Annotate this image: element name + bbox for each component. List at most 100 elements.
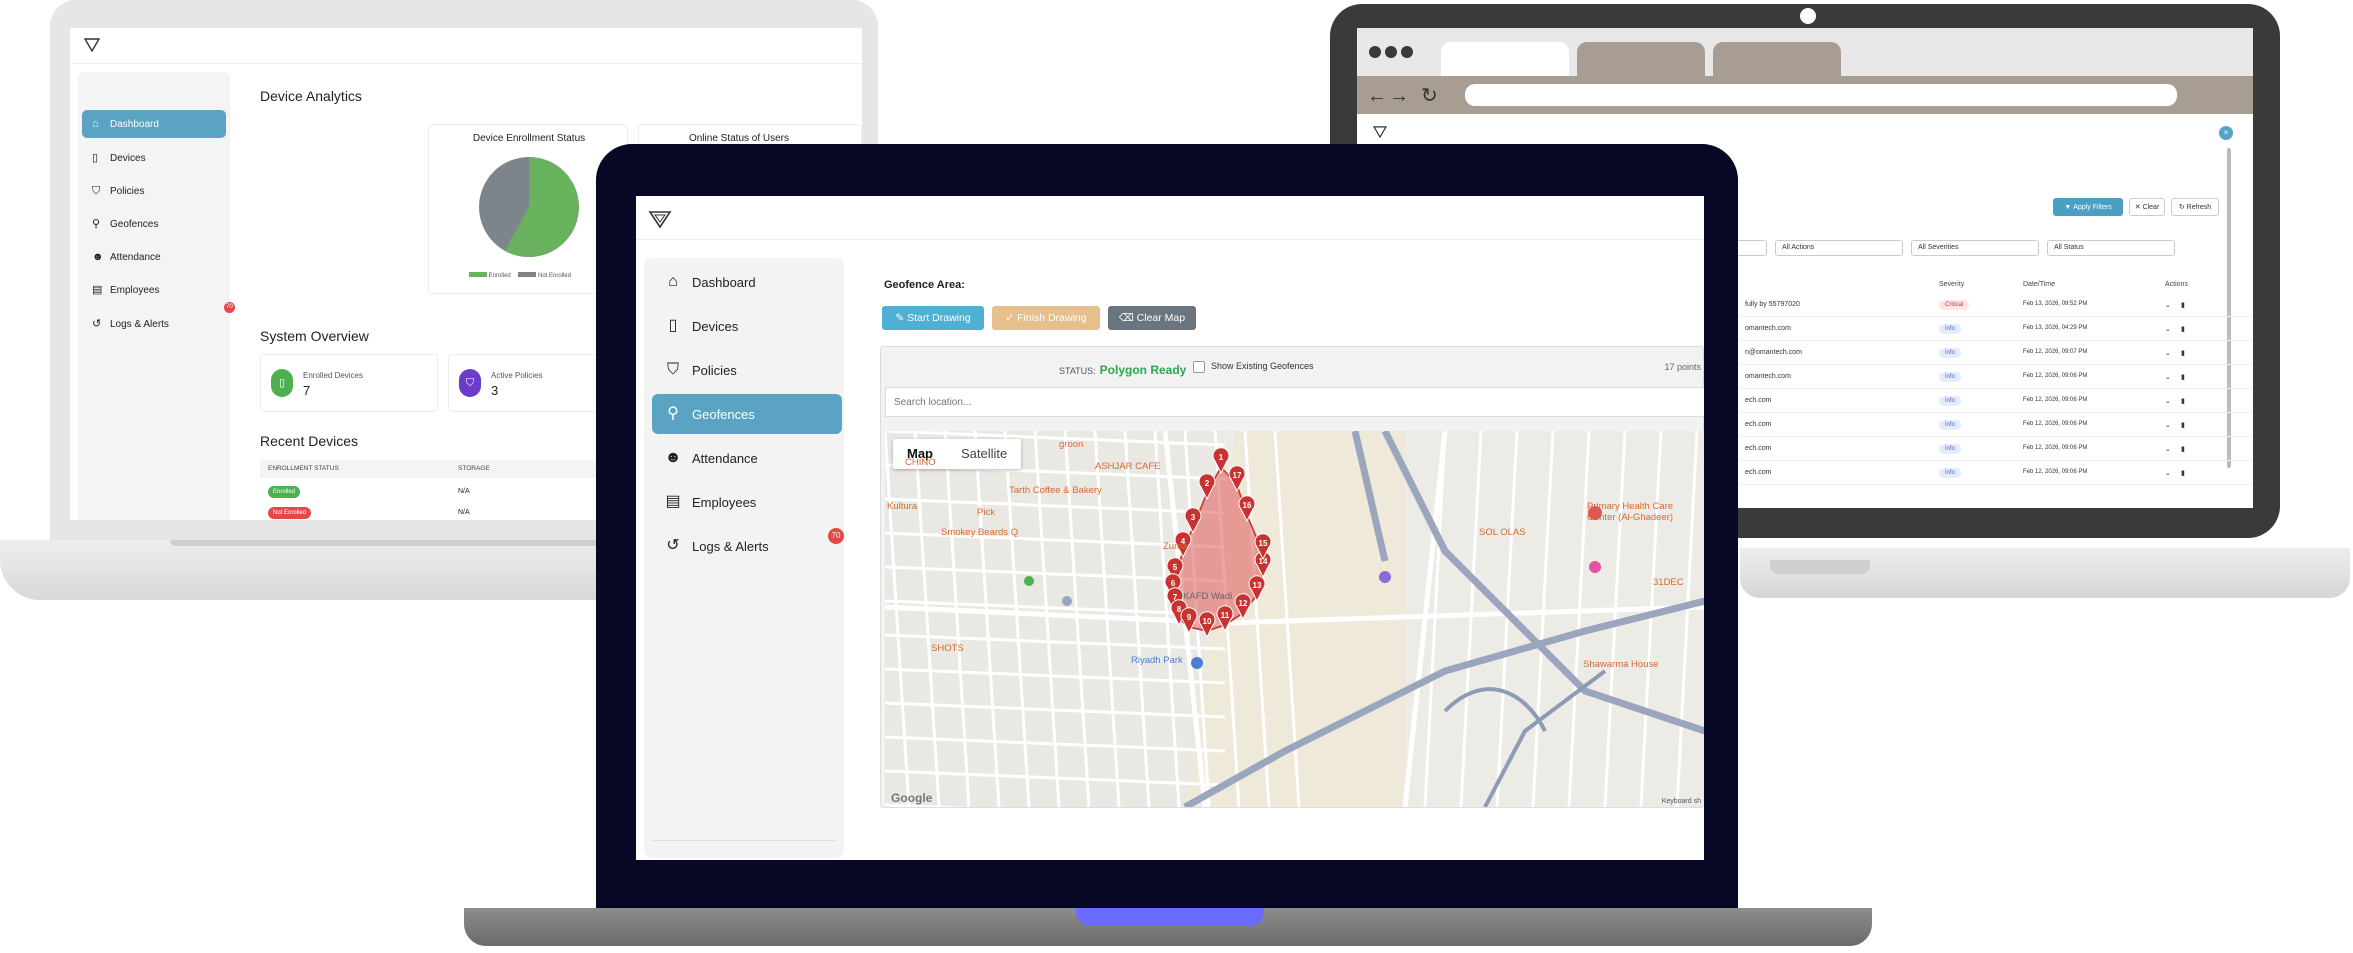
home-icon: ⌂ [668, 273, 678, 290]
sidebar-item-employees[interactable]: ▤ Employees [82, 276, 226, 304]
reload-icon[interactable]: ↻ [1421, 86, 1438, 106]
close-icon[interactable]: × [2219, 126, 2233, 140]
poi-label: Tarth Coffee & Bakery [1009, 485, 1102, 496]
poi-label: SOL OLAS [1479, 527, 1526, 538]
window-dot [1385, 46, 1397, 58]
datetime-cell: Feb 13, 2026, 09:52 PM [2023, 301, 2088, 307]
browser-tab-active[interactable] [1441, 42, 1569, 76]
expand-icon[interactable]: ⌄ [2165, 373, 2171, 381]
expand-icon[interactable]: ⌄ [2165, 397, 2171, 405]
shield-icon: ⛉ [92, 185, 101, 197]
marker-number: 8 [1177, 605, 1182, 614]
expand-icon[interactable]: ⌄ [2165, 325, 2171, 333]
finish-drawing-button[interactable]: ✓ Finish Drawing [992, 306, 1100, 330]
severity-badge: Info [1939, 372, 1962, 382]
start-drawing-button[interactable]: ✎ Start Drawing [882, 306, 984, 330]
user-cell: ech.com [1745, 469, 1772, 476]
history-icon: ↺ [666, 537, 680, 554]
status-badge: Enrolled [268, 486, 301, 498]
expand-icon[interactable]: ⌄ [2165, 469, 2171, 477]
transit-dot [1062, 596, 1072, 606]
show-existing-label: Show Existing Geofences [1211, 361, 1314, 371]
trash-icon[interactable]: ▮ [2181, 325, 2185, 333]
map-canvas[interactable]: 123456789 1011121314151617 [885, 431, 1704, 807]
show-existing-checkbox[interactable] [1193, 361, 1205, 373]
sidebar-item-label: Attendance [110, 251, 161, 263]
browser-chrome [1357, 28, 2253, 76]
apply-filters-button[interactable]: ▼ Apply Filters [2053, 198, 2123, 216]
table-row: ech.com Info Feb 12, 2026, 09:06 PM ⌄ ▮ [1737, 437, 2253, 461]
status-filter[interactable]: All Status [2047, 240, 2175, 256]
filter-icon: ▼ [2064, 203, 2072, 211]
enrolled-devices-label: Enrolled Devices [303, 371, 364, 380]
browser-tab[interactable] [1577, 42, 1705, 76]
sidebar-item-attendance[interactable]: ☻ Attendance [652, 438, 842, 478]
left-sidebar: ⌂ Dashboard ▯ Devices ⛉ Policies ⚲ Geofences… [78, 72, 235, 520]
sidebar-item-dashboard[interactable]: ⌂ Dashboard [652, 262, 842, 302]
datetime-cell: Feb 13, 2026, 04:29 PM [2023, 325, 2088, 331]
expand-icon[interactable]: ⌄ [2165, 445, 2171, 453]
severities-filter[interactable]: All Severities [1911, 240, 2039, 256]
trash-icon[interactable]: ▮ [2181, 397, 2185, 405]
trash-icon[interactable]: ▮ [2181, 373, 2185, 381]
poi-label: Primary Health Care Center (Al-Ghadeer) [1587, 501, 1674, 523]
sidebar-item-dashboard[interactable]: ⌂ Dashboard [82, 110, 226, 138]
expand-icon[interactable]: ⌄ [2165, 349, 2171, 357]
sidebar-item-label: Employees [110, 284, 160, 296]
trash-icon[interactable]: ▮ [2181, 301, 2185, 309]
sidebar-item-devices[interactable]: ▯ Devices [652, 306, 842, 346]
sidebar-item-employees[interactable]: ▤ Employees [652, 482, 842, 522]
google-logo: Google [891, 791, 933, 805]
actions-header: Actions [2165, 281, 2188, 288]
sidebar-item-logs[interactable]: ↺ Logs & Alerts [82, 310, 226, 338]
sidebar: ⌂ Dashboard ▯ Devices ⛉ Policies ⚲ Geofences… [644, 258, 844, 858]
poi-label: Kultura [887, 501, 918, 512]
trash-icon[interactable]: ▮ [2181, 349, 2185, 357]
marker-number: 15 [1259, 539, 1268, 548]
sidebar-item-policies[interactable]: ⛉ Policies [82, 177, 226, 205]
sidebar-item-attendance[interactable]: ☻ Attendance [82, 243, 226, 271]
refresh-button[interactable]: ↻ Refresh [2171, 198, 2219, 216]
address-bar[interactable] [1465, 84, 2177, 106]
forward-icon[interactable]: → [1389, 86, 1409, 106]
sidebar-item-policies[interactable]: ⛉ Policies [652, 350, 842, 390]
expand-icon[interactable]: ⌄ [2165, 421, 2171, 429]
actions-filter[interactable]: All Actions [1775, 240, 1903, 256]
sidebar-item-label: Policies [692, 362, 737, 378]
expand-icon[interactable]: ⌄ [2165, 301, 2171, 309]
sidebar-item-devices[interactable]: ▯ Devices [82, 144, 226, 172]
clear-button[interactable]: ✕ Clear [2129, 198, 2165, 216]
map[interactable]: 1 2 3 4 5 6 7 8 9 10 11 12 13 14 15 16 17 Map Satellite … [885, 431, 1704, 807]
keyboard-shortcuts[interactable]: Keyboard sh [1662, 798, 1701, 805]
poi-label: 31DEC [1653, 577, 1684, 588]
id-card-icon: ▤ [92, 284, 103, 296]
search-location-input[interactable] [885, 387, 1704, 417]
clear-map-button[interactable]: ⌫ Clear Map [1108, 306, 1196, 330]
user-cell: n@omantech.com [1745, 349, 1802, 356]
trash-icon[interactable]: ▮ [2181, 445, 2185, 453]
table-row: n@omantech.com Info Feb 12, 2026, 09:07 PM… [1737, 341, 2253, 365]
sidebar-item-logs[interactable]: ↺ Logs & Alerts [652, 526, 842, 566]
marker-number: 11 [1221, 611, 1230, 620]
browser-tab[interactable] [1713, 42, 1841, 76]
sidebar-item-label: Attendance [692, 450, 758, 466]
users-icon: ☻ [664, 449, 682, 466]
eraser-icon: ⌫ [1118, 312, 1134, 324]
back-icon[interactable]: ← [1367, 86, 1387, 106]
check-icon: ✓ [1005, 312, 1015, 324]
trash-icon[interactable]: ▮ [2181, 421, 2185, 429]
sidebar-item-geofences[interactable]: ⚲ Geofences [652, 394, 842, 434]
datetime-cell: Feb 12, 2026, 09:06 PM [2023, 421, 2088, 427]
sidebar-item-label: Geofences [692, 406, 755, 422]
device-icon: ▯ [271, 369, 293, 397]
marker-number: 12 [1239, 599, 1248, 608]
satellite-tab[interactable]: Satellite [947, 439, 1021, 469]
marker-number: 1 [1219, 453, 1224, 462]
poi-label: groon [1059, 439, 1084, 450]
poi-label: Pick [977, 507, 995, 518]
left-laptop-lip [170, 540, 620, 546]
sidebar-item-geofences[interactable]: ⚲ Geofences [82, 210, 226, 238]
sidebar-divider [652, 840, 836, 841]
trash-icon[interactable]: ▮ [2181, 469, 2185, 477]
user-cell: ech.com [1745, 397, 1772, 404]
